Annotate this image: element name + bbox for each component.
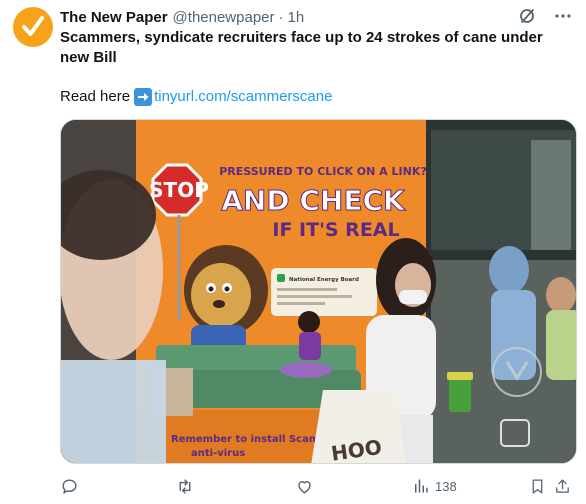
retweet-icon <box>179 479 191 494</box>
author-name[interactable]: The New Paper <box>60 9 168 26</box>
share-icon <box>556 479 569 493</box>
poster-stop-text: STOP <box>149 178 209 202</box>
tweet-media-image[interactable]: STOP PRESSURED TO CLICK ON A LINK? AND C… <box>60 119 577 464</box>
like-button[interactable] <box>295 477 314 496</box>
tweet-header: The New Paper @thenewpaper · 1h <box>60 7 572 27</box>
read-here-label: Read here <box>60 88 131 105</box>
read-here-line: Read here tinyurl.com/scammerscane <box>60 87 332 107</box>
author-handle[interactable]: @thenewpaper <box>173 9 275 26</box>
poster-headline-text: AND CHECK <box>221 184 406 217</box>
article-link[interactable]: tinyurl.com/scammerscane <box>154 87 332 107</box>
poster-footer-line1: Remember to install Scam <box>171 434 319 445</box>
share-button[interactable] <box>554 477 571 496</box>
right-arrow-emoji-icon <box>134 88 153 106</box>
views-count: 138 <box>435 478 457 494</box>
header-actions <box>518 7 572 25</box>
retweet-button[interactable] <box>175 477 195 496</box>
poster-phone-card-title: National Energy Board <box>289 277 359 283</box>
checkmark-logo-icon <box>22 16 44 36</box>
poster-subhead-text: IF IT'S REAL <box>272 219 399 241</box>
separator-dot: · <box>278 8 284 26</box>
tweet-action-bar: 138 <box>60 477 570 499</box>
poster-footer-line2: anti-virus <box>191 448 245 459</box>
like-icon <box>298 481 311 494</box>
mrt-station-photo: STOP PRESSURED TO CLICK ON A LINK? AND C… <box>61 120 576 463</box>
reply-icon <box>62 479 77 494</box>
views-button[interactable]: 138 <box>412 477 457 495</box>
views-icon <box>415 479 428 493</box>
more-icon[interactable] <box>554 7 572 25</box>
bookmark-icon <box>532 479 543 494</box>
grok-icon[interactable] <box>518 7 536 25</box>
bookmark-button[interactable] <box>529 477 546 496</box>
reply-button[interactable] <box>60 477 79 496</box>
tweet-timestamp[interactable]: 1h <box>288 9 305 26</box>
author-avatar[interactable] <box>13 7 53 47</box>
poster-kicker-text: PRESSURED TO CLICK ON A LINK? <box>219 165 427 178</box>
tweet-headline: Scammers, syndicate recruiters face up t… <box>60 29 543 66</box>
